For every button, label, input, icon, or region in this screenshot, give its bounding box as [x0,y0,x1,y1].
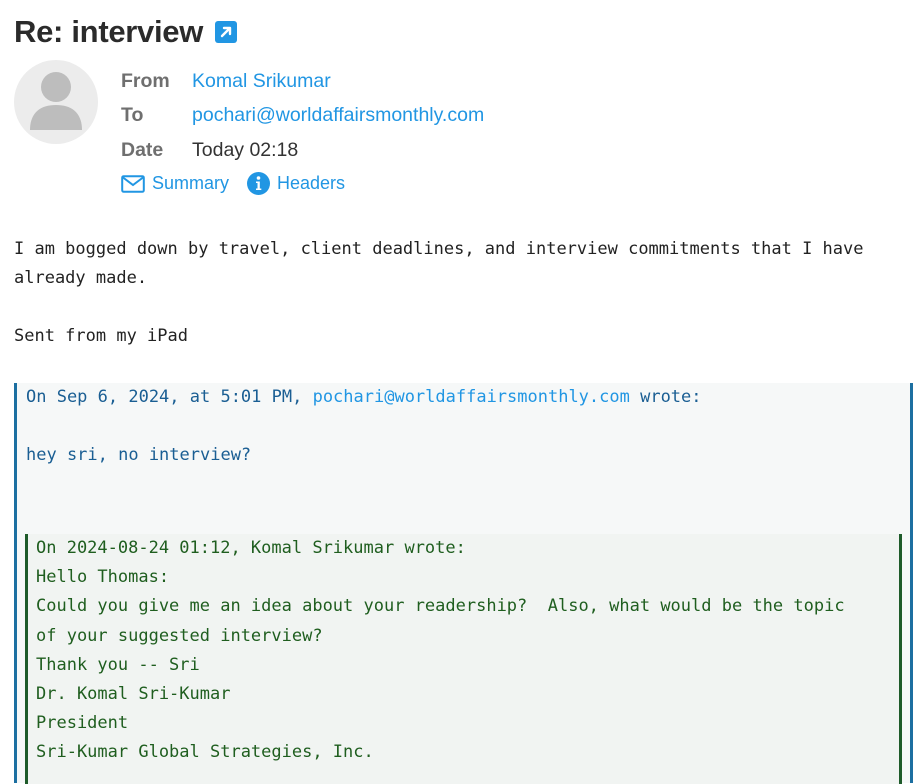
info-icon [247,172,271,195]
date-label: Date [121,138,164,161]
body-line: already made. [14,268,148,288]
quote1-attribution-suffix: wrote: [629,387,702,407]
to-value[interactable]: pochari@worldaffairsmonthly.com [192,104,484,127]
body-line: I am bogged down by travel, client deadl… [14,239,864,259]
date-row: Date Today 02:18 [121,133,484,168]
message-header: Re: interview [14,12,238,52]
to-row: To pochari@worldaffairsmonthly.com [121,99,484,134]
message-subject: Re: interview [14,14,204,49]
quote2-line: Could you give me an idea about your rea… [36,596,845,617]
message-actions: Summary Headers [121,172,345,195]
external-link-icon[interactable] [215,21,238,43]
sender-avatar [14,60,98,144]
message-body: I am bogged down by travel, client deadl… [14,235,914,351]
from-label: From [121,69,170,92]
quote1-content: On Sep 6, 2024, at 5:01 PM, pochari@worl… [26,383,702,470]
summary-label: Summary [152,173,230,193]
quote2-content: On 2024-08-24 01:12, Komal Srikumar wrot… [36,534,845,768]
quoted-message-level-2: On 2024-08-24 01:12, Komal Srikumar wrot… [25,534,902,784]
envelope-icon [121,174,145,193]
user-placeholder-icon [30,72,82,130]
quote2-line: Sri-Kumar Global Strategies, Inc. [36,742,374,763]
date-value: Today 02:18 [192,138,299,161]
to-label: To [121,104,144,127]
quote1-email-link[interactable]: pochari@worldaffairsmonthly.com [313,387,630,407]
quote1-attribution: On Sep 6, 2024, at 5:01 PM, pochari@worl… [26,383,702,412]
quote2-line: President [36,713,129,734]
quote2-line: Hello Thomas: [36,567,170,588]
headers-label: Headers [277,173,346,193]
from-row: From Komal Srikumar [121,64,484,99]
from-value[interactable]: Komal Srikumar [192,70,331,93]
summary-button[interactable]: Summary [121,173,229,194]
quote2-line: of your suggested interview? [36,625,323,646]
quote1-blank-line [26,412,702,441]
quote1-attribution-prefix: On Sep 6, 2024, at 5:01 PM, [26,387,313,407]
quote1-text: hey sri, no interview? [26,445,252,465]
body-line: Sent from my iPad [14,326,188,346]
message-headers: From Komal Srikumar To pochari@worldaffa… [121,64,484,168]
quote2-line: Thank you -- Sri [36,654,200,675]
quote2-line: On 2024-08-24 01:12, Komal Srikumar wrot… [36,538,466,558]
headers-button[interactable]: Headers [247,172,345,195]
quote2-line: Dr. Komal Sri-Kumar [36,684,231,705]
body-line [14,293,914,322]
